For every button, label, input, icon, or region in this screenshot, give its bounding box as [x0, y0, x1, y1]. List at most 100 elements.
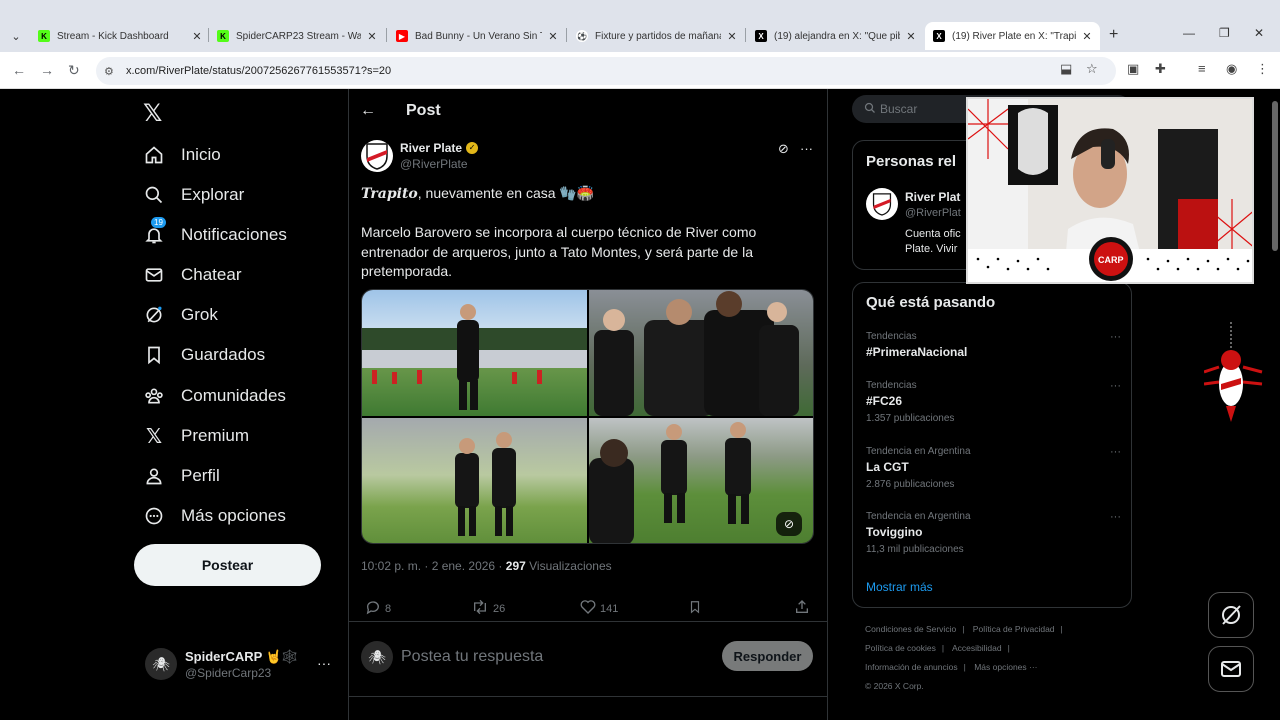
page-title: Post	[406, 102, 441, 119]
more-icon[interactable]: ···	[1110, 331, 1121, 343]
retweet-button[interactable]: 26	[471, 599, 505, 618]
puzzle-icon[interactable]: ✚	[1155, 61, 1166, 77]
footer-links: Condiciones de Servicio | Política de Pri…	[865, 624, 1063, 691]
more-icon[interactable]: ···	[800, 141, 813, 156]
reply-submit-button[interactable]: Responder	[722, 641, 813, 671]
heart-icon	[580, 599, 596, 618]
person-icon	[143, 465, 165, 487]
show-more-link[interactable]: Mostrar más	[866, 580, 933, 594]
install-icon[interactable]: ⬓	[1060, 61, 1072, 77]
tweet-text: Marcelo Barovero se incorpora al cuerpo …	[361, 224, 757, 279]
close-icon[interactable]: ✕	[365, 30, 379, 43]
post-button[interactable]: Postear	[134, 544, 321, 586]
back-icon[interactable]: ←	[12, 62, 26, 78]
post-header: ← Post	[360, 99, 441, 123]
back-arrow-icon[interactable]: ←	[360, 102, 380, 120]
browser-tab-active[interactable]: X (19) River Plate en X: "Trapi ✕	[925, 22, 1100, 50]
browser-tab[interactable]: K SpiderCARP23 Stream - Watc ✕	[217, 24, 379, 48]
browser-tab-bar: ⌄ K Stream - Kick Dashboard ✕ K SpiderCA…	[0, 0, 1280, 52]
close-icon[interactable]: ✕	[190, 30, 204, 43]
avatar: 🕷	[145, 648, 177, 680]
browser-tab[interactable]: X (19) alejandra en X: "Que pib ✕	[755, 24, 918, 48]
forward-icon[interactable]: →	[40, 62, 54, 78]
share-button[interactable]	[794, 599, 814, 618]
nav-mas-opciones[interactable]: Más opciones	[143, 500, 286, 532]
account-switcher[interactable]: 🕷 SpiderCARP 🤘🕸️ @SpiderCarp23 ···	[145, 645, 335, 685]
nav-guardados[interactable]: Guardados	[143, 339, 265, 371]
scroll-thumb[interactable]	[1272, 101, 1278, 251]
reply-icon	[365, 599, 381, 618]
bookmark-button[interactable]	[688, 599, 706, 618]
bookmark-icon	[143, 344, 165, 366]
kick-icon: K	[38, 30, 50, 42]
spider-icon	[1203, 322, 1264, 432]
trend-item[interactable]: Tendencias #FC26 1.357 publicaciones ···	[866, 380, 1121, 424]
site-info-icon[interactable]: ⚙	[104, 65, 124, 78]
nav-comunidades[interactable]: Comunidades	[143, 380, 286, 412]
nav-explorar[interactable]: Explorar	[143, 179, 244, 211]
url-field[interactable]: ⚙ x.com/RiverPlate/status/20072562677615…	[96, 57, 1116, 85]
grok-icon	[143, 304, 165, 326]
media-grok-icon[interactable]: ⊘	[776, 512, 802, 536]
trends-box: Qué está pasando Tendencias #PrimeraNaci…	[852, 282, 1132, 608]
grok-icon[interactable]: ⊘	[778, 141, 789, 157]
page-scrollbar[interactable]	[1270, 89, 1280, 720]
more-icon[interactable]: ···	[1110, 446, 1121, 458]
maximize-icon[interactable]: ❐	[1219, 26, 1230, 40]
mail-icon	[143, 264, 165, 286]
share-icon	[794, 599, 810, 618]
new-tab-button[interactable]: +	[1109, 26, 1118, 44]
x-icon: 𝕏	[145, 425, 163, 448]
extension-icon[interactable]: ▣	[1127, 61, 1139, 77]
tweet-photo[interactable]	[589, 290, 813, 416]
search-icon	[143, 184, 165, 206]
x-icon: X	[933, 30, 945, 42]
window-close-icon[interactable]: ✕	[1254, 26, 1264, 40]
kick-icon: K	[217, 30, 229, 42]
reply-input[interactable]	[401, 645, 701, 669]
youtube-icon: ▶	[396, 30, 408, 42]
more-icon[interactable]: ···	[1110, 380, 1121, 392]
media-icon[interactable]: ≡	[1198, 61, 1206, 76]
browser-tab[interactable]: K Stream - Kick Dashboard ✕	[38, 24, 204, 48]
address-bar: ← → ↻ ⚙ x.com/RiverPlate/status/20072562…	[0, 52, 1280, 89]
grok-floating-button[interactable]	[1208, 592, 1254, 638]
star-icon[interactable]: ☆	[1086, 61, 1098, 77]
browser-tab[interactable]: ⚽ Fixture y partidos de mañana ✕	[576, 24, 739, 48]
close-icon[interactable]: ✕	[1080, 30, 1094, 43]
trend-item[interactable]: Tendencia en Argentina La CGT 2.876 publ…	[866, 446, 1121, 490]
x-logo-icon[interactable]: 𝕏	[143, 99, 162, 128]
nav-notificaciones[interactable]: 19 Notificaciones	[143, 217, 287, 251]
browser-tab[interactable]: ▶ Bad Bunny - Un Verano Sin T ✕	[396, 24, 560, 48]
author-handle[interactable]: @RiverPlate	[400, 157, 468, 171]
profile-icon[interactable]: ◉	[1226, 61, 1237, 77]
nav-premium[interactable]: 𝕏 Premium	[143, 420, 249, 452]
close-icon[interactable]: ✕	[904, 30, 918, 43]
close-icon[interactable]: ✕	[725, 30, 739, 43]
reload-icon[interactable]: ↻	[68, 62, 80, 79]
nav-grok[interactable]: Grok	[143, 299, 218, 331]
webcam-overlay: CARP	[966, 97, 1254, 284]
people-icon	[143, 385, 165, 407]
soccer-ball-icon: ⚽	[576, 30, 588, 42]
author-avatar[interactable]	[361, 140, 393, 172]
close-icon[interactable]: ✕	[546, 30, 560, 43]
person-name[interactable]: River Plat	[905, 190, 960, 204]
tweet-photo[interactable]	[362, 418, 587, 543]
reply-button[interactable]: 8	[365, 599, 391, 618]
minimize-icon[interactable]: —	[1183, 26, 1195, 40]
like-button[interactable]: 141	[580, 599, 618, 618]
messages-floating-button[interactable]	[1208, 646, 1254, 692]
nav-inicio[interactable]: Inicio	[143, 139, 221, 171]
x-icon: X	[755, 30, 767, 42]
author-name[interactable]: River Plate ✓	[400, 141, 479, 155]
tab-search-icon[interactable]: ⌄	[6, 26, 26, 46]
nav-chatear[interactable]: Chatear	[143, 259, 241, 291]
trend-item[interactable]: Tendencias #PrimeraNacional ···	[866, 331, 1121, 359]
menu-icon[interactable]: ⋮	[1256, 61, 1269, 77]
nav-perfil[interactable]: Perfil	[143, 460, 220, 492]
person-avatar[interactable]	[866, 188, 898, 220]
more-icon[interactable]: ···	[1110, 511, 1121, 523]
tweet-photo[interactable]	[362, 290, 587, 416]
trend-item[interactable]: Tendencia en Argentina Toviggino 11,3 mi…	[866, 511, 1121, 555]
